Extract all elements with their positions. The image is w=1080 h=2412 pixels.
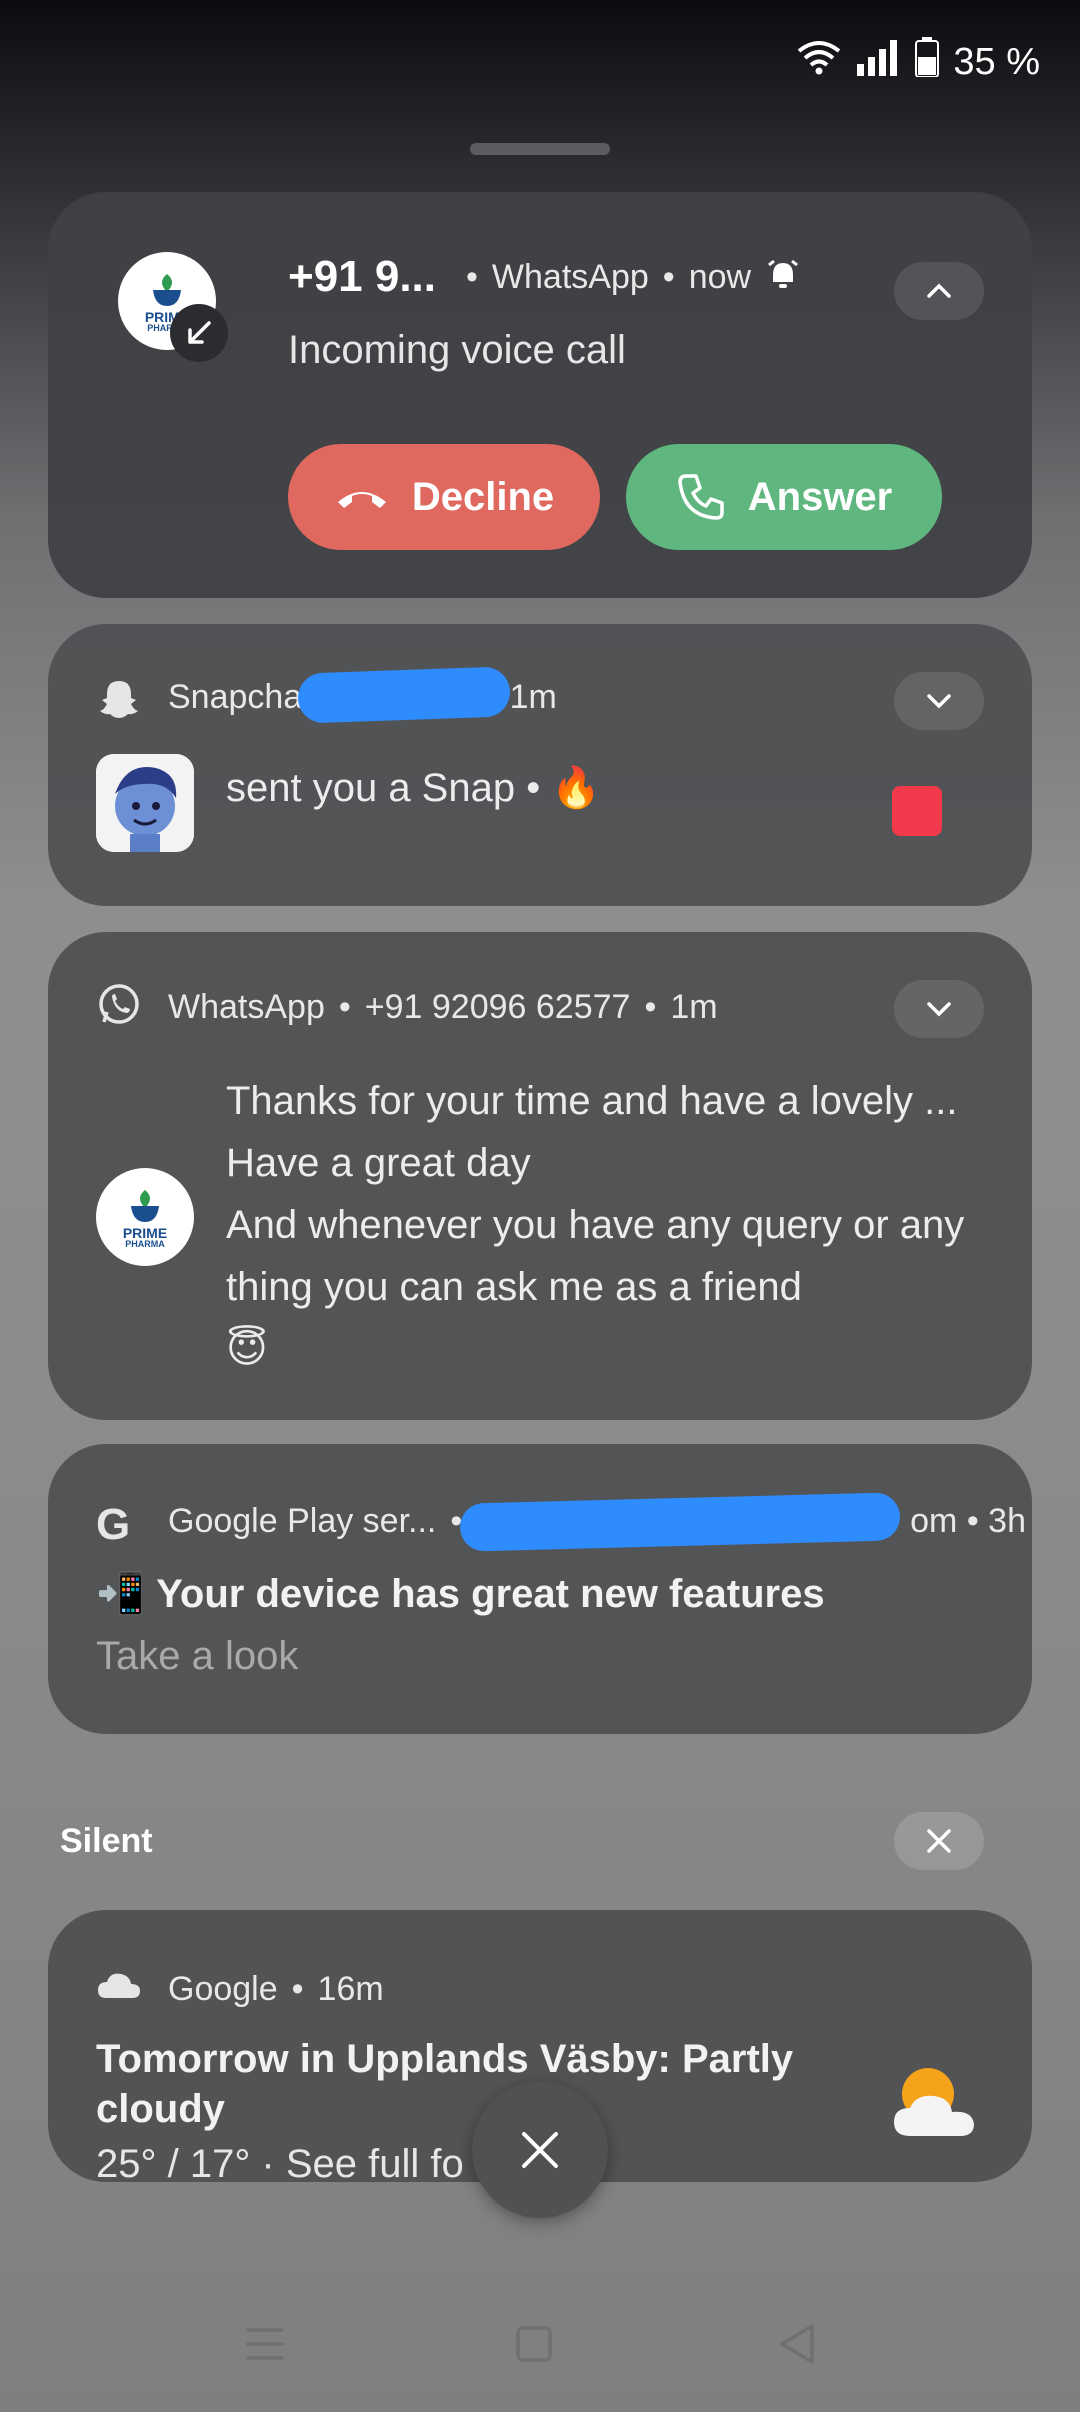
message-line: Thanks for your time and have a lovely .… <box>226 1079 958 1123</box>
message-line: Have a great day <box>226 1141 531 1185</box>
expand-button[interactable] <box>894 672 984 730</box>
snapchat-notification[interactable]: Snapchat • 1m sent you a Snap • 🔥 <box>48 624 1032 906</box>
app-name: Google <box>168 1970 278 2008</box>
snap-indicator <box>892 786 942 836</box>
avatar: PRIME PHARMA <box>96 1168 194 1266</box>
close-shade-button[interactable] <box>472 2082 608 2218</box>
close-icon <box>927 1829 951 1853</box>
recents-button[interactable] <box>244 2324 286 2369</box>
navigation-bar <box>0 2310 1080 2380</box>
message-line: 😇 <box>226 1327 268 1371</box>
wifi-icon <box>797 39 841 85</box>
sender: +91 92096 62577 <box>364 988 631 1026</box>
close-icon <box>522 2132 558 2168</box>
notification-body: Take a look <box>96 1634 299 1678</box>
message-line: thing you can ask me as a friend <box>226 1265 802 1309</box>
menu-icon <box>246 2328 284 2360</box>
google-g-icon: G <box>96 1500 131 1549</box>
battery-percentage: 35 % <box>953 40 1040 83</box>
call-subtitle: Incoming voice call <box>288 328 626 372</box>
message-line: And whenever you have any query or any <box>226 1203 965 1247</box>
app-name: WhatsApp <box>168 988 325 1026</box>
timestamp: now <box>688 257 752 296</box>
chevron-down-icon <box>927 694 951 709</box>
notification-title: 📲 Your device has great new features <box>96 1572 825 1616</box>
google-play-services-notification[interactable]: G Google Play ser... • om • 3h 📲 Your de… <box>48 1444 1032 1734</box>
alarm-icon <box>765 257 801 298</box>
app-name: Snapchat <box>168 678 312 716</box>
home-button[interactable] <box>514 2324 554 2369</box>
app-name: WhatsApp <box>491 257 649 296</box>
bitmoji-avatar <box>96 754 194 852</box>
decline-button[interactable]: Decline <box>288 444 600 550</box>
silent-section-label: Silent <box>60 1822 153 1860</box>
chevron-down-icon <box>927 1002 951 1017</box>
status-bar: 35 % <box>797 34 1040 90</box>
timestamp: 1m <box>670 988 718 1026</box>
answer-button[interactable]: Answer <box>626 444 942 550</box>
phone-answer-icon <box>678 474 724 520</box>
weather-partly-cloudy-icon <box>888 2060 982 2147</box>
notification-body: 25° / 17° · See full fo <box>96 2142 464 2182</box>
caller-number: +91 9... <box>288 252 437 301</box>
timestamp: 16m <box>317 1970 384 2008</box>
expand-button[interactable] <box>894 980 984 1038</box>
battery-icon <box>915 37 940 87</box>
clear-silent-button[interactable] <box>894 1812 984 1870</box>
shade-drag-handle[interactable] <box>470 143 610 155</box>
call-header: +91 9... • WhatsApp • now <box>288 252 801 302</box>
whatsapp-icon <box>96 982 142 1033</box>
collapse-button[interactable] <box>894 262 984 320</box>
message-body: Thanks for your time and have a lovely .… <box>226 1070 964 1380</box>
back-triangle-icon <box>780 2324 814 2364</box>
snapchat-ghost-icon <box>98 678 140 725</box>
avatar: PRIME PHARMA <box>118 252 228 362</box>
square-icon <box>516 2326 552 2362</box>
pharma-logo-icon <box>153 273 181 306</box>
app-name: Google Play ser... <box>168 1502 437 1540</box>
cloud-icon <box>96 1970 142 2005</box>
timestamp: 1m <box>509 678 557 716</box>
signal-icon <box>855 38 901 86</box>
phone-decline-icon <box>337 492 386 508</box>
chevron-up-icon <box>927 283 951 298</box>
redaction <box>459 1492 901 1552</box>
notification-title: Tomorrow in Upplands Väsby: Partly cloud… <box>96 2037 794 2131</box>
message-text: sent you a Snap • 🔥 <box>226 766 602 810</box>
redaction <box>297 666 511 724</box>
pharma-logo-icon <box>131 1189 159 1222</box>
call-incoming-icon <box>170 304 228 362</box>
back-button[interactable] <box>776 2322 818 2371</box>
timestamp: om • 3h <box>910 1502 1026 1540</box>
whatsapp-message-notification[interactable]: WhatsApp • +91 92096 62577 • 1m PRIME PH… <box>48 932 1032 1420</box>
